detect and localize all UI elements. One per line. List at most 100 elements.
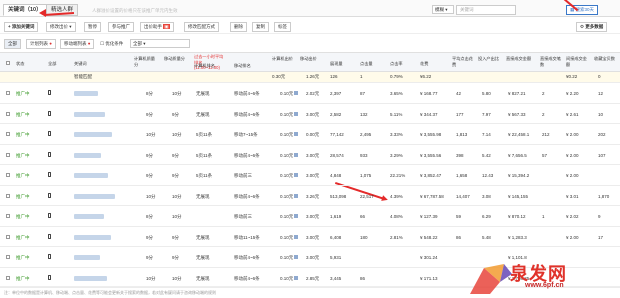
- cell-m-bid[interactable]: 2.85元: [306, 276, 319, 282]
- cell-m-bid[interactable]: 3.00元: [306, 153, 319, 159]
- search-input[interactable]: 关键词: [456, 5, 516, 15]
- edit-bid-icon[interactable]: [294, 132, 298, 136]
- edit-bid-icon[interactable]: [294, 275, 298, 280]
- header-all[interactable]: 全部: [48, 61, 56, 67]
- header-orders[interactable]: 直接成交笔数: [540, 56, 562, 67]
- header-gmv2[interactable]: 间接成交金额: [566, 56, 588, 67]
- header-clicks[interactable]: 点击量: [360, 61, 373, 67]
- header-keyword[interactable]: 关键词: [74, 61, 87, 67]
- match-select-value: 模糊: [435, 7, 444, 12]
- row-status[interactable]: 推广中: [16, 194, 30, 200]
- copy-button[interactable]: 复制: [252, 22, 269, 32]
- edit-bid-icon[interactable]: [294, 173, 298, 177]
- row-status[interactable]: 推广中: [16, 255, 30, 261]
- keyword-text-redacted[interactable]: [74, 255, 100, 260]
- row-checkbox[interactable]: [6, 255, 10, 259]
- cell-m-bid[interactable]: 3.26元: [306, 194, 319, 200]
- edit-price-button[interactable]: 修改出价 ▾: [46, 22, 76, 32]
- tag-button[interactable]: 标签: [274, 22, 291, 32]
- row-status[interactable]: 推广中: [16, 153, 30, 159]
- cell-pc-bid[interactable]: 0.10元: [280, 112, 293, 118]
- row-checkbox[interactable]: [6, 193, 10, 198]
- match-select[interactable]: 模糊 ▾: [432, 5, 454, 14]
- row-status[interactable]: 推广中: [16, 173, 30, 179]
- select-all-checkbox[interactable]: [6, 61, 10, 65]
- edit-bid-icon[interactable]: [294, 91, 298, 95]
- edit-bid-icon[interactable]: [294, 214, 298, 218]
- cell-m-bid[interactable]: 3.00元: [306, 173, 319, 179]
- header-mobile-rank[interactable]: 移动排名: [234, 63, 251, 69]
- row-status[interactable]: 推广中: [16, 214, 30, 220]
- header-cpc[interactable]: 平均点击花费: [452, 56, 474, 67]
- row-checkbox[interactable]: [6, 214, 10, 218]
- cell-m-bid[interactable]: 3.00元: [306, 214, 319, 220]
- header-mobile-bid[interactable]: 移动出价: [300, 56, 322, 62]
- row-status[interactable]: 推广中: [16, 132, 30, 138]
- keyword-text-redacted[interactable]: [74, 234, 111, 240]
- more-data-button[interactable]: ⚙ 更多数据: [576, 22, 608, 32]
- cell-pc-bid[interactable]: 0.10元: [280, 214, 293, 220]
- cell-m-bid[interactable]: 3.00元: [306, 112, 319, 118]
- row-checkbox[interactable]: [6, 234, 10, 239]
- cell-pc-bid[interactable]: 0.10元: [280, 132, 293, 138]
- header-roi[interactable]: 投入产出比: [478, 56, 500, 62]
- cell-m-bid[interactable]: 0.00元: [306, 132, 319, 138]
- cell-imp: 2,397: [330, 91, 342, 96]
- header-gmv[interactable]: 直接成交金额: [506, 56, 532, 62]
- header-status[interactable]: 状态: [16, 61, 24, 67]
- bid-assistant-button[interactable]: 出价助手 ▣: [140, 22, 174, 32]
- header-impressions[interactable]: 展现量: [330, 61, 343, 67]
- keyword-text-redacted[interactable]: [74, 214, 104, 219]
- keyword-text-redacted[interactable]: [74, 275, 107, 281]
- edit-bid-icon[interactable]: [294, 234, 298, 239]
- filter-all-button[interactable]: 全部: [4, 39, 21, 49]
- cell-pc-bid[interactable]: 0.10元: [280, 276, 293, 282]
- row-status[interactable]: 推广中: [16, 91, 30, 97]
- keyword-text-redacted[interactable]: [74, 152, 101, 158]
- header-fav[interactable]: 收藏宝贝数: [594, 56, 616, 62]
- cell-pc-bid[interactable]: 0.10元: [280, 235, 293, 241]
- cell-m-bid[interactable]: 2.02元: [306, 91, 319, 97]
- filter-plan-button[interactable]: 计划列表 ●: [26, 39, 56, 49]
- delete-button[interactable]: 删除: [230, 22, 247, 32]
- keyword-text-redacted[interactable]: [74, 111, 105, 117]
- row-status[interactable]: 推广中: [16, 276, 30, 282]
- keyword-text-redacted[interactable]: [74, 91, 98, 96]
- add-keyword-button[interactable]: + 添加关键词: [4, 22, 39, 32]
- row-checkbox[interactable]: [6, 275, 10, 280]
- condition-select[interactable]: 全部 ▾: [130, 39, 190, 48]
- summary-pc-bid[interactable]: 0.30元: [272, 74, 285, 80]
- pause-button[interactable]: 暂停: [84, 22, 101, 32]
- resume-button[interactable]: 参与推广: [108, 22, 134, 32]
- filter-mobile-button[interactable]: 移动端列表 ●: [60, 39, 95, 49]
- header-cost[interactable]: 花费: [420, 61, 428, 67]
- keyword-text-redacted[interactable]: [74, 132, 112, 137]
- cell-pc-bid[interactable]: 0.10元: [280, 194, 293, 200]
- edit-bid-icon[interactable]: [294, 152, 298, 157]
- header-pc-score[interactable]: 计算机质量分: [134, 56, 158, 67]
- edit-bid-icon[interactable]: [294, 255, 298, 259]
- header-mobile-score[interactable]: 移动质量分: [164, 56, 188, 62]
- row-checkbox[interactable]: [6, 132, 10, 136]
- summary-mobile-bid[interactable]: 1.26元: [306, 74, 319, 80]
- cell-pc-bid[interactable]: 0.10元: [280, 173, 293, 179]
- edit-bid-icon[interactable]: [294, 111, 298, 116]
- header-pc-rank[interactable]: 计算机排名: [194, 63, 215, 69]
- row-checkbox[interactable]: [6, 152, 10, 157]
- edit-bid-icon[interactable]: [294, 193, 298, 198]
- row-checkbox[interactable]: [6, 111, 10, 116]
- row-status[interactable]: 推广中: [16, 235, 30, 241]
- row-checkbox[interactable]: [6, 91, 10, 95]
- keyword-text-redacted[interactable]: [74, 173, 108, 178]
- keyword-text-redacted[interactable]: [74, 193, 115, 199]
- cell-pc-bid[interactable]: 0.10元: [280, 91, 293, 97]
- cell-m-bid[interactable]: 3.00元: [306, 255, 319, 261]
- row-checkbox[interactable]: [6, 173, 10, 177]
- row-status[interactable]: 推广中: [16, 112, 30, 118]
- header-ctr[interactable]: 点击率: [390, 61, 403, 67]
- cell-pc-bid[interactable]: 0.10元: [280, 153, 293, 159]
- cell-pc-bid[interactable]: 0.10元: [280, 255, 293, 261]
- match-mode-button[interactable]: 修改匹配方式: [184, 22, 219, 32]
- cell-m-bid[interactable]: 3.00元: [306, 235, 319, 241]
- header-pc-bid[interactable]: 计算机出价: [272, 56, 294, 62]
